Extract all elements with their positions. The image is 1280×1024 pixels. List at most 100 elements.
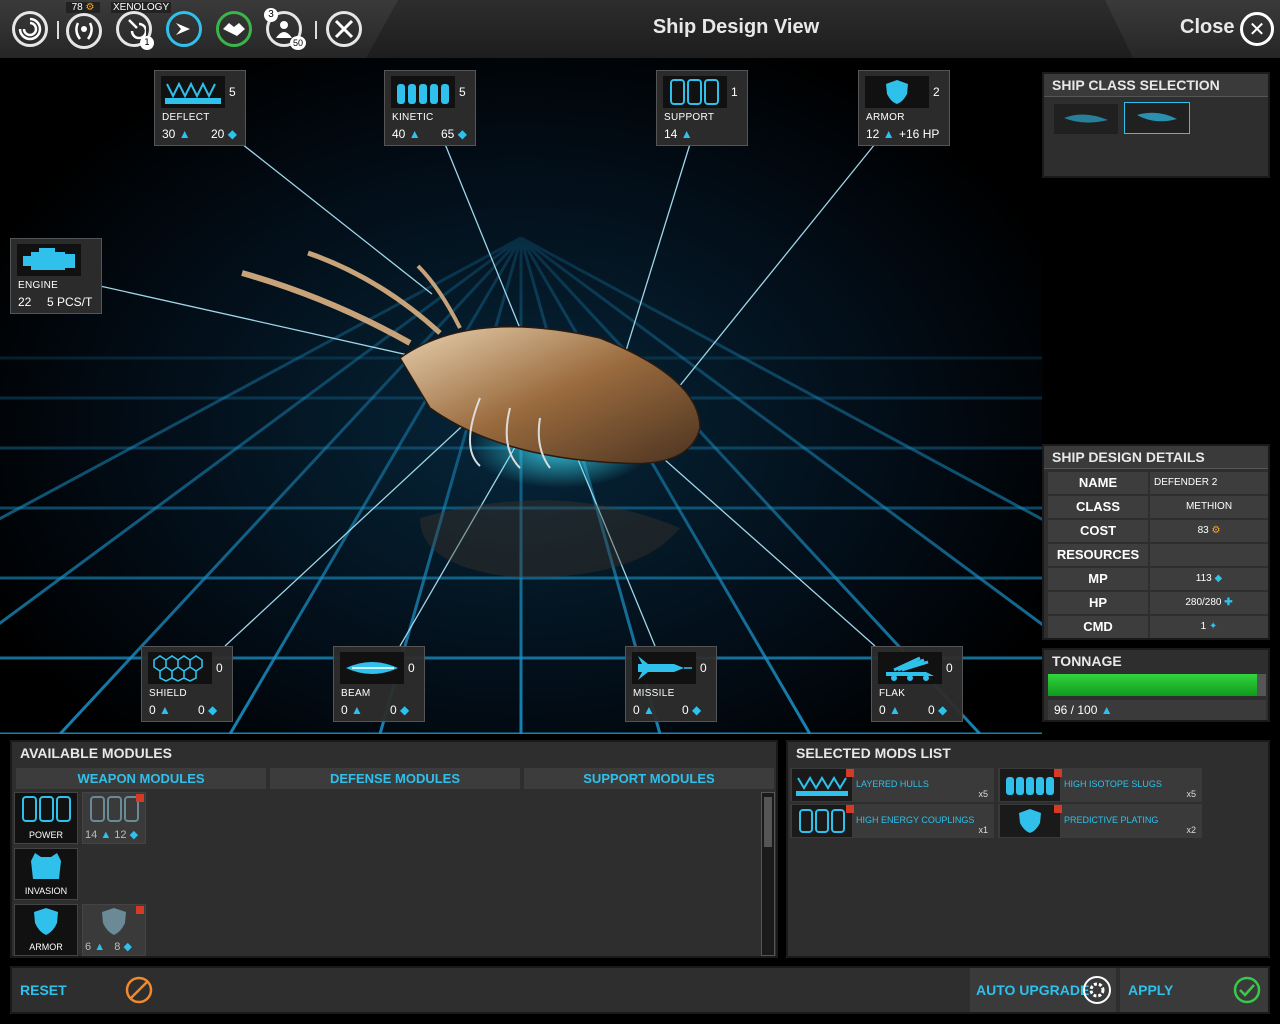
slot-value-1-text: 0 [633,703,640,717]
ship-class-option-2-selected[interactable] [1124,102,1190,134]
selected-mods-title: SELECTED MODS LIST [788,742,1268,764]
detail-row-resources: RESOURCES [1048,544,1268,566]
slot-beam[interactable]: 0 BEAM 0 ▲ 0 ◆ [333,646,425,722]
deflect-icon [161,76,225,108]
slot-support[interactable]: 1 SUPPORT 14 ▲ [656,70,748,146]
galaxy-icon[interactable] [12,11,48,47]
person-icon: ▲ [643,703,655,717]
detail-value: 113 ◆ [1150,568,1268,590]
close-icon[interactable]: ✕ [1240,12,1274,46]
slot-armor[interactable]: 2 ARMOR 12 ▲ +16 HP [858,70,950,146]
ship-class-selection-title: SHIP CLASS SELECTION [1044,74,1268,97]
tonnage-bar-fill [1048,674,1258,696]
empire-laurel-icon[interactable] [66,13,102,49]
slot-value-1: 12 ▲ [866,127,895,141]
slot-name: SUPPORT [664,112,715,123]
ship-class-option-1[interactable] [1054,104,1118,134]
slot-value-2-text: 65 [441,127,455,141]
selected-mod-high-energy-couplings[interactable]: HIGH ENERGY COUPLINGS x1 [790,804,994,838]
slot-count: 5 [229,85,236,99]
energy-icon: ◆ [208,703,218,717]
ship-class-2-icon [1137,112,1177,122]
slot-shield[interactable]: 0 SHIELD 0 ▲ 0 ◆ [141,646,233,722]
research-badge: 1 [140,36,154,50]
energy-icon: ◆ [227,127,237,141]
close-label[interactable]: Close [1180,16,1234,39]
engine-icon [17,244,81,276]
upgrade-flag-icon [1054,769,1062,777]
slot-value-1: 30 ▲ [162,127,191,141]
slot-flak[interactable]: 0 FLAK 0 ▲ 0 ◆ [871,646,963,722]
tab-defense-modules[interactable]: DEFENSE MODULES [270,768,520,789]
mod-name: HIGH ISOTOPE SLUGS [1064,779,1162,789]
module-invasion[interactable]: INVASION [14,848,78,900]
detail-key: CLASS [1048,496,1148,518]
detail-value: 280/280 ✚ [1150,592,1268,614]
slot-kinetic[interactable]: 5 KINETIC 40 ▲ 65 ◆ [384,70,476,146]
energy-icon: ◆ [123,941,132,953]
selected-mod-predictive-plating[interactable]: PREDICTIVE PLATING x2 [998,804,1202,838]
research-label: XENOLOGY [111,2,172,13]
person-icon: ▲ [178,127,191,141]
slot-value-1-text: 0 [341,703,348,717]
slot-value-1-text: 14 [664,127,678,141]
mod-quantity: x5 [978,789,988,799]
separator [315,21,317,39]
slot-name: KINETIC [392,112,434,123]
detail-row-cost: COST 83 ⚙ [1048,520,1268,542]
satellite-icon: ✦ [1208,621,1218,632]
ship-class-selection-panel: SHIP CLASS SELECTION [1042,72,1270,178]
slot-deflect[interactable]: 5 DEFLECT 30 ▲ 20 ◆ [154,70,246,146]
person-icon: ▲ [680,127,693,141]
kinetic-icon [1000,769,1060,801]
slot-count: 0 [408,661,415,675]
slot-value-1-text: 0 [879,703,886,717]
selected-mod-layered-hulls[interactable]: LAYERED HULLS x5 [790,768,994,802]
slot-value-1: 0 ▲ [879,703,901,717]
tab-weapon-modules[interactable]: WEAPON MODULES [16,768,266,789]
diplomacy-handshake-icon[interactable] [216,11,252,47]
person-icon: ▲ [159,703,171,717]
settings-tools-icon[interactable] [326,11,362,47]
slot-count: 0 [216,661,223,675]
module-power-upgrade[interactable]: 14 ▲ 12 ◆ [82,792,146,844]
module-power[interactable]: POWER [14,792,78,844]
slot-engine[interactable]: ENGINE 22 5 PCS/T [10,238,102,314]
upgrade-flag-icon [136,906,144,914]
module-armor[interactable]: ARMOR [14,904,78,956]
ship-3d-viewport[interactable]: 5 DEFLECT 30 ▲ 20 ◆ 5 KINETIC 40 ▲ 65 ◆ … [0,58,1042,734]
auto-upgrade-button[interactable]: AUTO UPGRADE [970,968,1116,1012]
person-icon: ▲ [100,829,112,841]
ship-name-field[interactable]: DEFENDER 2 [1150,472,1268,494]
slot-value-1-text: 0 [149,703,156,717]
tab-support-modules[interactable]: SUPPORT MODULES [524,768,774,789]
ships-icon[interactable] [166,11,202,47]
detail-key: HP [1048,592,1148,614]
population-badge-top: 3 [264,8,278,22]
module-cost-2: 12 [114,829,127,841]
selected-mod-high-isotope-slugs[interactable]: HIGH ISOTOPE SLUGS x5 [998,768,1202,802]
cmd-value: 1 [1200,621,1207,632]
module-armor-upgrade[interactable]: 6 ▲ 8 ◆ [82,904,146,956]
slot-value-2: 0 ◆ [928,703,947,717]
slot-value-1: 0 ▲ [633,703,655,717]
slot-missile[interactable]: 0 MISSILE 0 ▲ 0 ◆ [625,646,717,722]
modules-scrollbar-thumb[interactable] [764,797,772,847]
action-bar: RESET AUTO UPGRADE APPLY [10,966,1270,1014]
armor-shield-icon [34,908,58,935]
deflect-icon [792,769,852,801]
resource-count: 78 ⚙ [66,2,100,13]
cost-value: 83 [1197,525,1209,536]
reset-button[interactable]: RESET [12,968,160,1012]
slot-value-1-text: 40 [392,127,406,141]
apply-button[interactable]: APPLY [1120,968,1268,1012]
kinetic-icon [391,76,455,108]
modules-scrollbar[interactable] [761,792,775,956]
upgrade-flag-icon [846,769,854,777]
slot-value-2-text: 20 [211,127,225,141]
slot-value-2: 20 ◆ [211,127,237,141]
module-label: POWER [28,830,63,840]
energy-icon: ◆ [400,703,410,717]
ship-design-details-panel: SHIP DESIGN DETAILS NAME DEFENDER 2 CLAS… [1042,444,1270,640]
slot-name: ARMOR [866,112,905,123]
